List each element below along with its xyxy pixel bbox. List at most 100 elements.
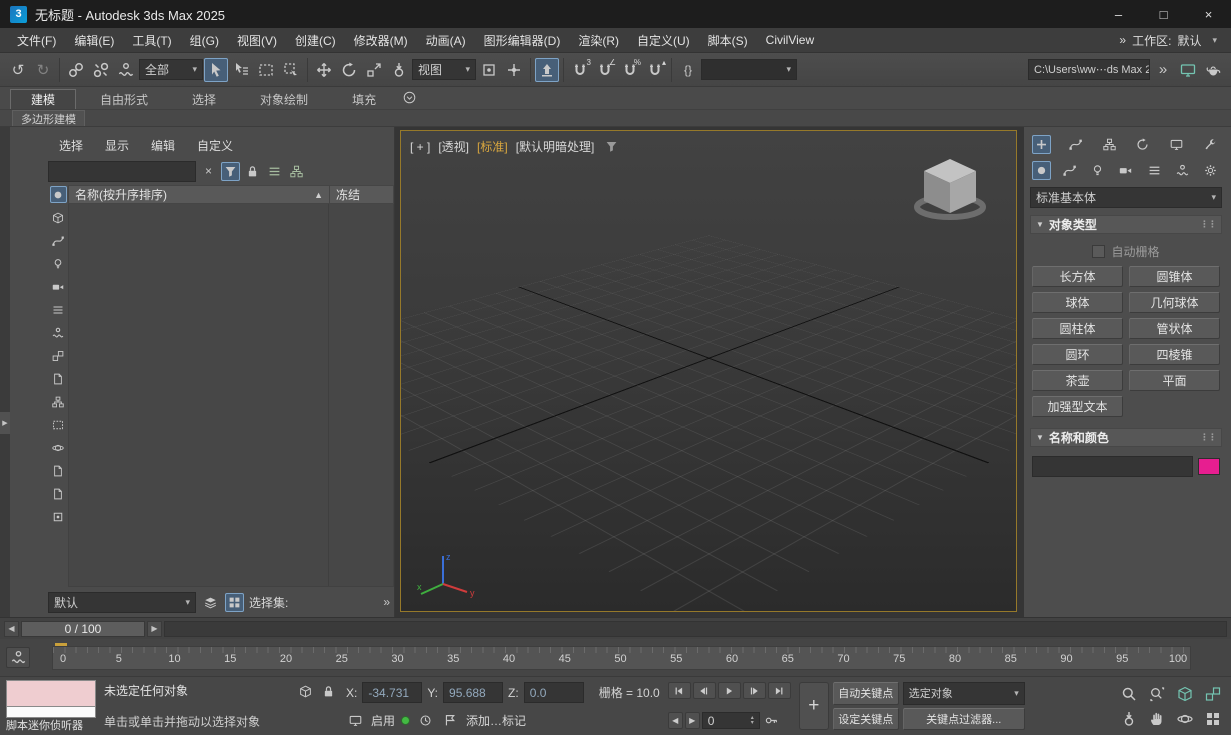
- menu-rendering[interactable]: 渲染(R): [569, 28, 628, 52]
- display-groups-icon[interactable]: [50, 347, 67, 364]
- auto-key-button[interactable]: 自动关键点: [833, 682, 899, 705]
- z-coordinate-field[interactable]: 0.0: [524, 682, 584, 703]
- snap-toggle-3d-icon[interactable]: 3: [568, 58, 592, 82]
- tube-button[interactable]: 管状体: [1129, 318, 1220, 339]
- select-and-move-icon[interactable]: [312, 58, 336, 82]
- hierarchy-tab-icon[interactable]: [1100, 135, 1119, 154]
- explorer-collapse-handle[interactable]: ▶: [0, 412, 10, 434]
- field-of-view-icon[interactable]: [1116, 707, 1142, 730]
- pin-explorer-icon[interactable]: [50, 508, 67, 525]
- display-tab-icon[interactable]: [1167, 135, 1186, 154]
- text-plus-button[interactable]: 加强型文本: [1032, 396, 1123, 417]
- clear-search-icon[interactable]: ×: [199, 162, 218, 181]
- ribbon-tab-freeform[interactable]: 自由形式: [80, 89, 168, 109]
- spacewarps-category-icon[interactable]: [1173, 161, 1192, 180]
- box-button[interactable]: 长方体: [1032, 266, 1123, 287]
- display-helpers-icon[interactable]: [50, 301, 67, 318]
- menu-overflow-icon[interactable]: »: [1119, 33, 1126, 47]
- reference-coordinate-dropdown[interactable]: 视图 ▾: [412, 59, 476, 80]
- geosphere-button[interactable]: 几何球体: [1129, 292, 1220, 313]
- isolate-selection-icon[interactable]: [296, 682, 315, 701]
- motion-tab-icon[interactable]: [1133, 135, 1152, 154]
- geometry-category-icon[interactable]: [1032, 161, 1051, 180]
- menu-tools[interactable]: 工具(T): [123, 28, 180, 52]
- explorer-layers-icon[interactable]: [201, 593, 220, 612]
- menu-animation[interactable]: 动画(A): [417, 28, 475, 52]
- key-step-forward-button[interactable]: ▶: [685, 712, 700, 729]
- explorer-search-input[interactable]: [48, 161, 196, 182]
- explorer-overflow-icon[interactable]: »: [383, 595, 390, 609]
- explorer-grid-mode-icon[interactable]: [225, 593, 244, 612]
- cameras-category-icon[interactable]: [1116, 161, 1135, 180]
- display-bones-icon[interactable]: [50, 393, 67, 410]
- cone-button[interactable]: 圆锥体: [1129, 266, 1220, 287]
- display-filter-icon[interactable]: [221, 162, 240, 181]
- time-step-back-button[interactable]: ◀: [4, 621, 19, 637]
- mini-curve-editor-icon[interactable]: [6, 647, 30, 668]
- menu-civilview[interactable]: CivilView: [757, 28, 823, 52]
- next-frame-button[interactable]: [743, 682, 766, 699]
- autogrid-checkbox[interactable]: [1092, 245, 1105, 258]
- undo-icon[interactable]: ↺: [6, 58, 30, 82]
- geometry-subcategory-dropdown[interactable]: 标准基本体 ▾: [1030, 187, 1222, 208]
- ribbon-tab-selection[interactable]: 选择: [172, 89, 236, 109]
- plane-button[interactable]: 平面: [1129, 370, 1220, 391]
- time-configuration-icon[interactable]: [416, 711, 435, 730]
- viewport-general-menu[interactable]: [ + ]: [410, 140, 430, 154]
- select-by-name-icon[interactable]: [229, 58, 253, 82]
- add-time-tag-label[interactable]: 添加…标记: [466, 712, 526, 729]
- lights-category-icon[interactable]: [1088, 161, 1107, 180]
- torus-button[interactable]: 圆环: [1032, 344, 1123, 365]
- explorer-menu-display[interactable]: 显示: [94, 137, 140, 154]
- ribbon-tab-modeling[interactable]: 建模: [10, 89, 76, 109]
- menu-scripting[interactable]: 脚本(S): [699, 28, 757, 52]
- zoom-extents-icon[interactable]: [1172, 682, 1198, 705]
- display-containers-icon[interactable]: [50, 416, 67, 433]
- sphere-button[interactable]: 球体: [1032, 292, 1123, 313]
- ribbon-tab-populate[interactable]: 填充: [332, 89, 396, 109]
- pan-view-icon[interactable]: [1144, 707, 1170, 730]
- window-crossing-icon[interactable]: [279, 58, 303, 82]
- cylinder-button[interactable]: 圆柱体: [1032, 318, 1123, 339]
- viewport-shading-menu[interactable]: [默认明暗处理]: [516, 138, 595, 155]
- menu-graph-editors[interactable]: 图形编辑器(D): [475, 28, 570, 52]
- redo-icon[interactable]: ↻: [31, 58, 55, 82]
- selection-lock-icon[interactable]: [319, 682, 338, 701]
- select-and-rotate-icon[interactable]: [337, 58, 361, 82]
- menu-views[interactable]: 视图(V): [228, 28, 286, 52]
- select-object-icon[interactable]: [204, 58, 228, 82]
- orbit-icon[interactable]: [1172, 707, 1198, 730]
- previous-frame-button[interactable]: [693, 682, 716, 699]
- explorer-menu-select[interactable]: 选择: [48, 137, 94, 154]
- key-filters-button[interactable]: 关键点过滤器...: [903, 708, 1025, 731]
- workspace-dropdown-arrow-icon[interactable]: ▾: [1207, 35, 1217, 46]
- select-and-manipulate-icon[interactable]: [502, 58, 526, 82]
- select-and-scale-icon[interactable]: [362, 58, 386, 82]
- track-bar-ruler[interactable]: 0 5 10 15 20 25 30 35 40 45 50 55 60 65 …: [52, 646, 1191, 670]
- name-column-header[interactable]: 名称(按升序排序) ▲: [69, 186, 329, 203]
- teapot-button[interactable]: 茶壶: [1032, 370, 1123, 391]
- viewport-pov-menu[interactable]: [透视]: [438, 138, 469, 155]
- maxscript-mini-listener[interactable]: 脚本迷你侦听器: [6, 680, 96, 732]
- close-button[interactable]: ×: [1186, 0, 1231, 28]
- time-step-forward-button[interactable]: ▶: [147, 621, 162, 637]
- systems-category-icon[interactable]: [1201, 161, 1220, 180]
- zoom-all-views-icon[interactable]: [1144, 682, 1170, 705]
- add-time-tag-icon[interactable]: [441, 711, 460, 730]
- utilities-tab-icon[interactable]: [1201, 135, 1220, 154]
- bind-to-space-warp-icon[interactable]: [114, 58, 138, 82]
- create-tab-icon[interactable]: [1032, 135, 1051, 154]
- modify-tab-icon[interactable]: [1066, 135, 1085, 154]
- menu-edit[interactable]: 编辑(E): [65, 28, 123, 52]
- project-folder-dropdown[interactable]: C:\Users\ww⋯ds Max 2025 ▾: [1028, 59, 1150, 80]
- viewport-label-filter-icon[interactable]: [602, 137, 621, 156]
- adaptive-degradation-icon[interactable]: [346, 711, 365, 730]
- helpers-category-icon[interactable]: [1145, 161, 1164, 180]
- workspace-dropdown[interactable]: 默认: [1177, 32, 1201, 49]
- viewcube[interactable]: [902, 151, 998, 236]
- viewport-renderer-menu[interactable]: [标准]: [477, 138, 508, 155]
- percent-snap-icon[interactable]: %: [618, 58, 642, 82]
- freeze-column-header[interactable]: 冻结: [329, 186, 393, 203]
- render-setup-icon[interactable]: [1201, 58, 1225, 82]
- selection-region-icon[interactable]: [254, 58, 278, 82]
